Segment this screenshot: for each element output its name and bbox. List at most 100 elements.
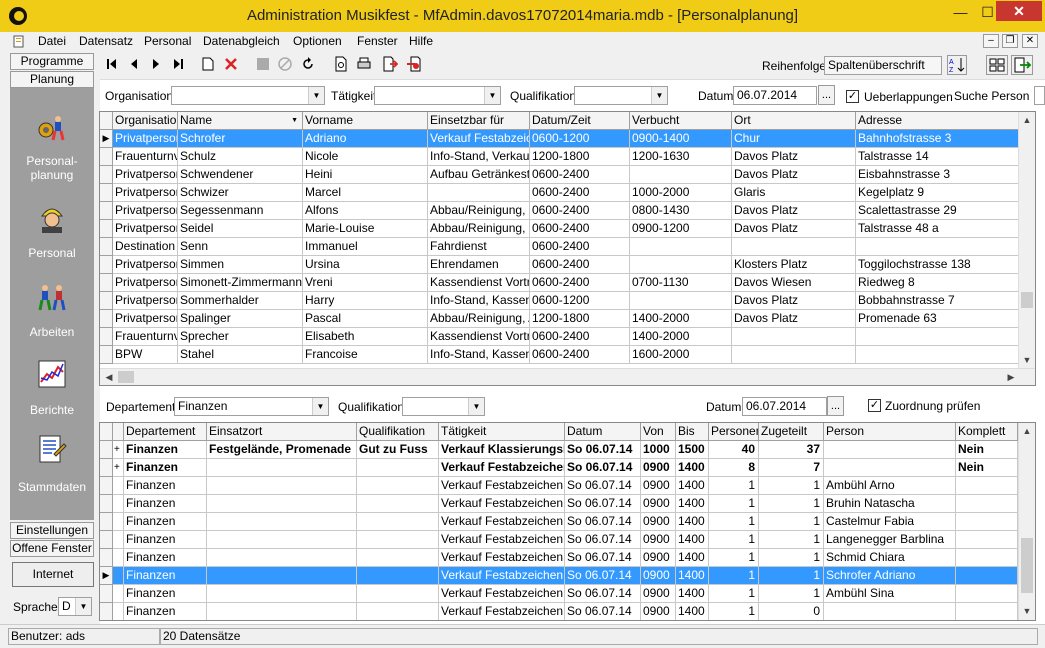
expand-toggle[interactable]	[113, 567, 124, 585]
personalplanung-icon[interactable]	[36, 112, 68, 144]
table-cell[interactable]: 1	[759, 567, 824, 585]
table-cell[interactable]: Adriano	[303, 130, 428, 148]
scroll-down-icon[interactable]: ▼	[1019, 603, 1035, 619]
nav-stammdaten[interactable]: Stammdaten	[10, 480, 94, 494]
table-cell[interactable]: 40	[709, 441, 759, 459]
table-cell[interactable]: Finanzen	[124, 603, 207, 620]
table-cell[interactable]: Harry	[303, 292, 428, 310]
berichte-icon[interactable]	[36, 358, 68, 390]
table-cell[interactable]: Schulz	[178, 148, 303, 166]
table-cell[interactable]: Pascal	[303, 310, 428, 328]
table-cell[interactable]: Riedweg 8	[856, 274, 1019, 292]
table-cell[interactable]: Glaris	[732, 184, 856, 202]
table-cell[interactable]: Verkauf Festabzeichen	[439, 585, 565, 603]
table-cell[interactable]	[207, 585, 357, 603]
table-cell[interactable]: Privatperson	[113, 256, 178, 274]
table-cell[interactable]: 0900	[641, 603, 676, 620]
print-preview-icon[interactable]	[333, 56, 349, 72]
table-cell[interactable]: Finanzen	[124, 585, 207, 603]
table-cell[interactable]: Kassendienst Vorträge	[428, 274, 530, 292]
lower-qualifikation-select[interactable]: ▼	[402, 397, 485, 416]
scroll-thumb[interactable]	[1021, 292, 1033, 308]
table-cell[interactable]: So 06.07.14	[565, 459, 641, 477]
tab-planung[interactable]: Planung	[10, 71, 94, 88]
row-indicator[interactable]	[100, 459, 113, 477]
table-cell[interactable]: Schmid Chiara	[824, 549, 956, 567]
table-cell[interactable]: Finanzen	[124, 513, 207, 531]
ueberlappungen-checkbox[interactable]: ✓	[846, 90, 859, 103]
table-cell[interactable]: Vreni	[303, 274, 428, 292]
table-cell[interactable]: 0600-2400	[530, 202, 630, 220]
table-cell[interactable]: 0	[759, 603, 824, 620]
table-cell[interactable]: 1	[709, 585, 759, 603]
table-cell[interactable]: Verkauf Festabzeichen	[439, 603, 565, 620]
column-header[interactable]: Ort	[732, 112, 856, 130]
menu-hilfe[interactable]: Hilfe	[409, 34, 433, 48]
table-cell[interactable]: Finanzen	[124, 531, 207, 549]
column-header[interactable]: Komplett	[956, 423, 1018, 441]
organisation-select[interactable]: ▼	[171, 86, 325, 105]
menu-optionen[interactable]: Optionen	[293, 34, 342, 48]
table-cell[interactable]: 0900-1400	[630, 130, 732, 148]
lower-datum-input[interactable]: 06.07.2014	[742, 397, 827, 416]
column-header[interactable]: Einsatzort	[207, 423, 357, 441]
table-cell[interactable]: Abbau/Reinigung, Info-Stand	[428, 220, 530, 238]
table-cell[interactable]	[207, 531, 357, 549]
nav-personalplanung-line2[interactable]: planung	[10, 168, 94, 182]
expand-toggle[interactable]	[113, 585, 124, 603]
table-cell[interactable]	[357, 513, 439, 531]
row-indicator[interactable]	[100, 328, 113, 346]
table-cell[interactable]: 0900	[641, 585, 676, 603]
table-cell[interactable]	[207, 495, 357, 513]
table-cell[interactable]	[357, 459, 439, 477]
expand-toggle[interactable]	[113, 531, 124, 549]
table-cell[interactable]: Verkauf Festabzeichen	[439, 495, 565, 513]
table-cell[interactable]: Scalettastrasse 29	[856, 202, 1019, 220]
table-cell[interactable]: 0600-2400	[530, 238, 630, 256]
table-cell[interactable]	[357, 585, 439, 603]
table-cell[interactable]: 0900-1200	[630, 220, 732, 238]
table-cell[interactable]: Ehrendamen	[428, 256, 530, 274]
internet-button[interactable]: Internet	[12, 562, 94, 587]
table-cell[interactable]	[956, 567, 1018, 585]
table-cell[interactable]: Aufbau Getränkestände	[428, 166, 530, 184]
table-cell[interactable]	[956, 549, 1018, 567]
table-cell[interactable]	[824, 603, 956, 620]
table-cell[interactable]: 1400	[676, 495, 709, 513]
table-cell[interactable]: 1600-2000	[630, 346, 732, 364]
table-cell[interactable]	[824, 441, 956, 459]
layout-icon[interactable]	[986, 55, 1008, 75]
table-cell[interactable]: 0900	[641, 567, 676, 585]
table-cell[interactable]: Davos Platz	[732, 202, 856, 220]
table-cell[interactable]: 0700-1130	[630, 274, 732, 292]
table-cell[interactable]: Alfons	[303, 202, 428, 220]
table-cell[interactable]	[956, 495, 1018, 513]
table-cell[interactable]: 0900	[641, 459, 676, 477]
row-indicator[interactable]	[100, 292, 113, 310]
table-cell[interactable]	[207, 459, 357, 477]
table-cell[interactable]: 1400-2000	[630, 310, 732, 328]
row-indicator[interactable]	[100, 585, 113, 603]
table-cell[interactable]: Privatperson	[113, 130, 178, 148]
table-cell[interactable]	[956, 603, 1018, 620]
export-icon[interactable]	[382, 56, 399, 72]
table-cell[interactable]: Privatperson	[113, 202, 178, 220]
table-cell[interactable]: 0800-1430	[630, 202, 732, 220]
suche-person-input[interactable]	[1034, 86, 1045, 105]
table-cell[interactable]: Abbau/Reinigung, Info-Stand	[428, 202, 530, 220]
table-cell[interactable]: Chur	[732, 130, 856, 148]
table-cell[interactable]: Finanzen	[124, 477, 207, 495]
table-cell[interactable]: Verkauf Klassierungsblätter	[439, 441, 565, 459]
table-cell[interactable]: Bobbahnstrasse 7	[856, 292, 1019, 310]
table-cell[interactable]: Klosters Platz	[732, 256, 856, 274]
table-cell[interactable]: Privatperson	[113, 220, 178, 238]
table-cell[interactable]: Finanzen	[124, 459, 207, 477]
table-cell[interactable]: Ambühl Arno	[824, 477, 956, 495]
table-cell[interactable]: Kassendienst Vorträge	[428, 328, 530, 346]
table-cell[interactable]: Talstrasse 14	[856, 148, 1019, 166]
table-cell[interactable]: 1200-1800	[530, 310, 630, 328]
menu-fenster[interactable]: Fenster	[357, 34, 398, 48]
exit-icon[interactable]	[1011, 55, 1033, 75]
table-cell[interactable]: Talstrasse 48 a	[856, 220, 1019, 238]
table-cell[interactable]: Verkauf Festabzeichen	[439, 459, 565, 477]
